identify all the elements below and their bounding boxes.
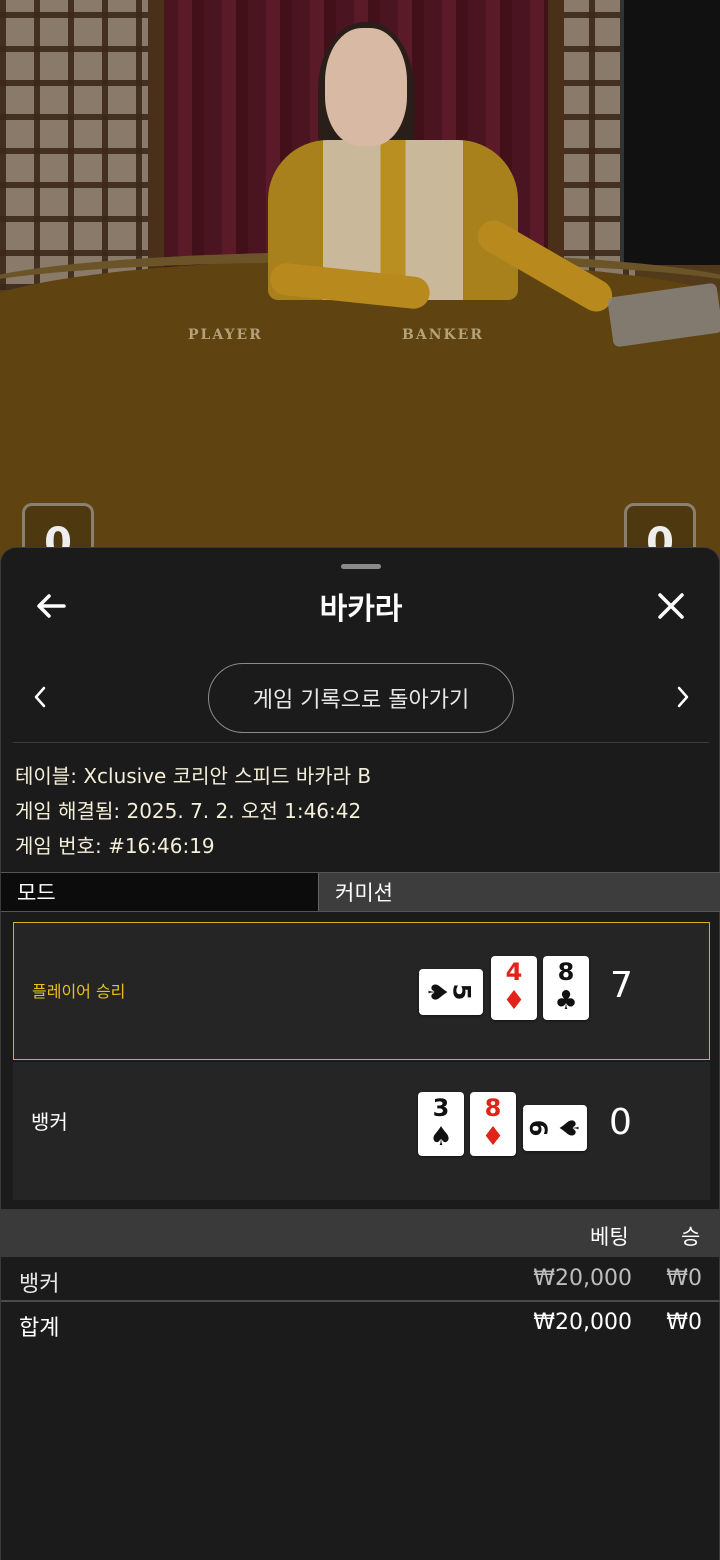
total-label: 합계: [19, 1316, 60, 1341]
table-label-banker: BANKER: [402, 327, 484, 343]
bets-table-header: 베팅 승: [1, 1209, 720, 1257]
playing-card: 4 ♦: [491, 956, 537, 1020]
card-rank: 9: [525, 1119, 554, 1137]
resolved-info-label: 게임 해결됨:: [15, 799, 121, 823]
tab-bar: 모드 커미션: [1, 872, 720, 912]
next-game-button[interactable]: [669, 682, 697, 712]
game-number-info: 게임 번호: #16:46:19: [15, 830, 215, 859]
card-rank: 8: [484, 1094, 502, 1122]
chevron-left-icon: [34, 686, 46, 708]
total-row: 합계 ₩20,000 ₩0: [1, 1302, 720, 1344]
game-number-label: 게임 번호:: [15, 834, 102, 858]
pillar-left: [148, 0, 164, 290]
tab-mode[interactable]: 모드: [1, 873, 319, 911]
table-info-label: 테이블:: [15, 764, 77, 788]
total-win-amount: ₩0: [666, 1310, 702, 1335]
player-hand-row: 플레이어 승리 5 ♠ 4 ♦ 8 ♣ 7: [13, 922, 710, 1060]
total-bet-amount: ₩20,000: [533, 1310, 632, 1335]
bet-amount: ₩20,000: [533, 1266, 632, 1291]
spade-icon: ♠: [555, 1116, 586, 1140]
hand-score: 7: [610, 965, 633, 1006]
studio-monitor: [620, 0, 720, 265]
card-rank: 5: [447, 983, 476, 1001]
playing-card: 8 ♦: [470, 1092, 516, 1156]
table-info-value: Xclusive 코리안 스피드 바카라 B: [83, 764, 372, 788]
sheet-title: 바카라: [319, 592, 403, 627]
win-amount: ₩0: [666, 1266, 702, 1291]
column-header-win: 승: [681, 1225, 701, 1249]
card-rank: 8: [557, 958, 575, 986]
resolved-info-value: 2025. 7. 2. 오전 1:46:42: [126, 799, 362, 823]
dealer-face: [325, 28, 407, 146]
hand-result-label: 뱅커: [31, 1110, 68, 1134]
divider: [13, 742, 709, 743]
close-button[interactable]: [651, 586, 691, 626]
tab-commission[interactable]: 커미션: [319, 873, 720, 911]
diamond-icon: ♦: [481, 1122, 505, 1152]
playing-card: 5 ♠: [419, 969, 483, 1015]
resolved-info: 게임 해결됨: 2025. 7. 2. 오전 1:46:42: [15, 795, 361, 824]
table-info: 테이블: Xclusive 코리안 스피드 바카라 B: [15, 760, 371, 789]
pillar-right: [548, 0, 564, 290]
game-number-value: #16:46:19: [108, 834, 215, 858]
table-row: 뱅커 ₩20,000 ₩0: [1, 1258, 720, 1300]
drag-handle[interactable]: [341, 564, 381, 569]
close-icon: [658, 593, 684, 619]
spade-icon: ♠: [421, 980, 452, 1004]
banker-hand-row: 뱅커 3 ♠ 8 ♦ 9 ♠ 0: [13, 1062, 710, 1200]
hand-result-label: 플레이어 승리: [32, 982, 126, 1001]
game-detail-sheet: 바카라 게임 기록으로 돌아가기 테이블: Xclusive 코리안 스피드 바…: [0, 547, 720, 1560]
previous-game-button[interactable]: [26, 682, 54, 712]
table-label-player: PLAYER: [188, 327, 263, 343]
card-rank: 3: [432, 1094, 450, 1122]
playing-card: 8 ♣: [543, 956, 589, 1020]
live-video-feed: PLAYER BANKER 0 0: [0, 0, 720, 560]
playing-card: 9 ♠: [523, 1105, 587, 1151]
diamond-icon: ♦: [502, 986, 526, 1016]
spade-icon: ♠: [429, 1122, 453, 1152]
back-to-history-button[interactable]: 게임 기록으로 돌아가기: [208, 663, 514, 733]
column-header-bet: 베팅: [590, 1225, 629, 1249]
chevron-right-icon: [677, 686, 689, 708]
card-rank: 4: [505, 958, 523, 986]
bet-name: 뱅커: [19, 1272, 60, 1297]
decorative-screen-left: [0, 0, 160, 290]
playing-card: 3 ♠: [418, 1092, 464, 1156]
club-icon: ♣: [554, 986, 578, 1016]
hand-score: 0: [609, 1102, 632, 1143]
